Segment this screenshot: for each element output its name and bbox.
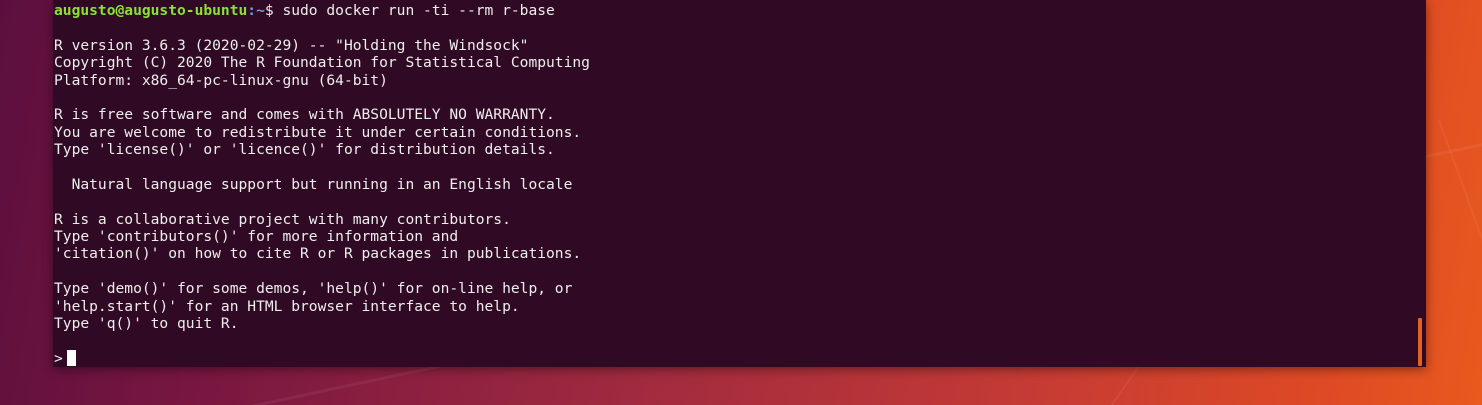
- terminal-window[interactable]: augusto@augusto-ubuntu:~$ sudo docker ru…: [53, 0, 1426, 367]
- prompt-symbol: $: [264, 2, 283, 19]
- output-line: Copyright (C) 2020 The R Foundation for …: [54, 54, 590, 72]
- output-line: Type 'demo()' for some demos, 'help()' f…: [54, 280, 573, 298]
- output-line: 'citation()' on how to cite R or R packa…: [54, 245, 582, 263]
- output-line: Platform: x86_64-pc-linux-gnu (64-bit): [54, 71, 388, 89]
- output-line: Natural language support but running in …: [54, 175, 573, 193]
- scrollbar-thumb[interactable]: [1418, 318, 1422, 366]
- output-line: R is a collaborative project with many c…: [54, 210, 511, 228]
- command-text: sudo docker run -ti --rm r-base: [282, 2, 555, 19]
- wallpaper-stripe: [1438, 120, 1482, 403]
- output-line: R version 3.6.3 (2020-02-29) -- "Holding…: [54, 36, 529, 54]
- output-line: R is free software and comes with ABSOLU…: [54, 106, 555, 124]
- output-line: Type 'contributors()' for more informati…: [54, 228, 459, 246]
- r-prompt: >: [54, 349, 63, 367]
- output-line: Type 'license()' or 'licence()' for dist…: [54, 141, 555, 159]
- prompt-path: :~: [247, 2, 265, 19]
- text-cursor[interactable]: [66, 349, 76, 366]
- output-line: 'help.start()' for an HTML browser inter…: [54, 297, 520, 315]
- terminal-output[interactable]: augusto@augusto-ubuntu:~$ sudo docker ru…: [54, 2, 590, 367]
- r-prompt-line[interactable]: >: [54, 349, 590, 367]
- command-line: augusto@augusto-ubuntu:~$ sudo docker ru…: [54, 2, 590, 19]
- output-line: Type 'q()' to quit R.: [54, 315, 239, 333]
- output-line: You are welcome to redistribute it under…: [54, 123, 582, 141]
- prompt-user-host: augusto@augusto-ubuntu: [54, 2, 248, 19]
